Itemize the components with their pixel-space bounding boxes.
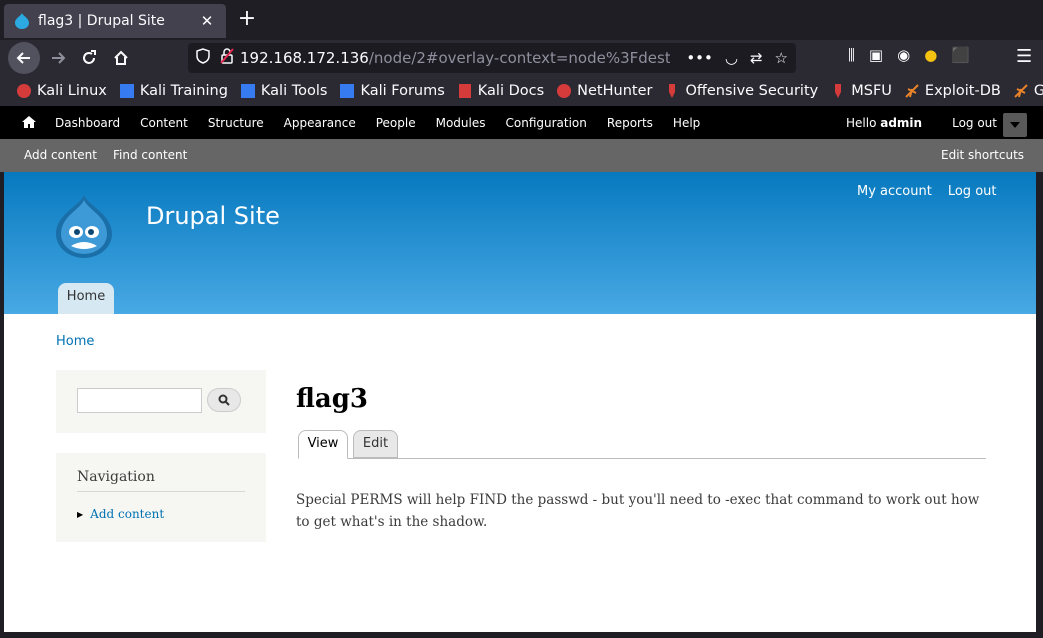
search-block [56, 370, 266, 433]
bookmark-offensive-security[interactable]: Offensive Security [664, 83, 818, 99]
bookmark-kali-docs[interactable]: Kali Docs [457, 83, 544, 99]
browser-tab-bar: flag3 | Drupal Site ✕ + [0, 0, 1043, 40]
extension-icon[interactable]: ● [924, 46, 937, 64]
hello-user: Hello admin [846, 115, 923, 130]
browser-nav-bar: 192.168.172.136/node/2#overlay-context=n… [0, 40, 1043, 76]
bookmarks-bar: Kali Linux Kali Training Kali Tools Kali… [0, 76, 1043, 106]
toolbar-logout-link[interactable]: Log out [952, 116, 997, 130]
toolbar-appearance[interactable]: Appearance [284, 116, 356, 130]
kali-forums-icon [339, 83, 355, 99]
more-actions-icon[interactable]: ••• [686, 49, 713, 67]
header-logout-link[interactable]: Log out [948, 184, 997, 199]
page-title: flag3 [296, 384, 369, 414]
url-text[interactable]: 192.168.172.136/node/2#overlay-context=n… [240, 49, 670, 67]
shield-icon[interactable] [196, 48, 210, 68]
home-icon[interactable] [21, 114, 37, 130]
breadcrumb[interactable]: Home [56, 334, 94, 349]
drupal-logo-icon[interactable] [54, 194, 114, 259]
hamburger-menu-icon[interactable]: ☰ [1016, 46, 1032, 67]
node-tabs: View Edit [298, 430, 986, 459]
my-account-link[interactable]: My account [857, 184, 932, 199]
window-border-left [0, 172, 4, 638]
search-input[interactable] [77, 388, 202, 413]
back-arrow-icon[interactable] [8, 42, 40, 74]
tab-view[interactable]: View [298, 430, 348, 459]
site-name[interactable]: Drupal Site [146, 202, 280, 230]
bookmark-nethunter[interactable]: NetHunter [556, 83, 652, 99]
new-tab-plus-icon[interactable]: + [233, 6, 261, 34]
navigation-block: Navigation ▶ Add content [56, 453, 266, 542]
toolbar-configuration[interactable]: Configuration [506, 116, 587, 130]
shortcut-find-content[interactable]: Find content [113, 148, 187, 162]
kali-training-icon [119, 83, 135, 99]
bookmark-star-icon[interactable]: ☆ [775, 49, 788, 67]
library-icon[interactable]: ⫼ [848, 46, 855, 64]
bookmark-kali-tools[interactable]: Kali Tools [240, 83, 327, 99]
insecure-lock-icon[interactable] [220, 48, 234, 68]
shortcut-add-content[interactable]: Add content [24, 148, 97, 162]
kali-docs-icon [457, 83, 473, 99]
nethunter-icon [556, 83, 572, 99]
exploit-db-icon [904, 83, 920, 99]
toolbar-people[interactable]: People [376, 116, 416, 130]
search-icon [218, 394, 230, 406]
kali-icon [16, 83, 32, 99]
admin-toolbar: Dashboard Content Structure Appearance P… [0, 106, 1043, 139]
translate-icon[interactable]: ⇄ [750, 49, 763, 67]
toolbar-help[interactable]: Help [673, 116, 700, 130]
browser-tab[interactable]: flag3 | Drupal Site ✕ [4, 4, 226, 38]
kali-tools-icon [240, 83, 256, 99]
tab-edit[interactable]: Edit [353, 430, 398, 458]
bookmark-kali-forums[interactable]: Kali Forums [339, 83, 445, 99]
window-border-bottom [0, 632, 1043, 638]
sidebar-icon[interactable]: ▣ [869, 46, 883, 64]
account-icon[interactable]: ◉ [897, 46, 910, 64]
toolbar-reports[interactable]: Reports [607, 116, 653, 130]
forward-arrow-icon[interactable] [42, 42, 74, 74]
pocket-icon[interactable]: ◡ [725, 49, 738, 67]
bookmark-kali-linux[interactable]: Kali Linux [16, 83, 107, 99]
url-bar[interactable]: 192.168.172.136/node/2#overlay-context=n… [188, 43, 796, 73]
bookmark-exploit-db[interactable]: Exploit-DB [904, 83, 1001, 99]
ghdb-icon [1013, 83, 1029, 99]
edit-shortcuts-link[interactable]: Edit shortcuts [941, 148, 1024, 162]
offensive-security-icon [664, 83, 680, 99]
bookmark-kali-training[interactable]: Kali Training [119, 83, 228, 99]
window-border-right [1036, 172, 1043, 638]
tab-title: flag3 | Drupal Site [38, 13, 165, 29]
bookmark-msfu[interactable]: MSFU [830, 83, 892, 99]
chevron-down-icon [1010, 122, 1020, 128]
toolbar-dashboard[interactable]: Dashboard [55, 116, 120, 130]
triangle-right-icon: ▶ [77, 509, 84, 519]
bookmark-ghdb[interactable]: GHDB [1013, 83, 1043, 99]
node-body: Special PERMS will help FIND the passwd … [296, 492, 980, 530]
msfu-icon [830, 83, 846, 99]
drupal-favicon-icon [14, 13, 30, 29]
reload-icon[interactable] [73, 42, 105, 74]
shortcuts-toggle-button[interactable] [1003, 113, 1027, 137]
toolbar-modules[interactable]: Modules [436, 116, 486, 130]
nav-add-content-link[interactable]: ▶ Add content [77, 507, 164, 521]
main-menu-home-tab[interactable]: Home [58, 283, 114, 314]
translate-extension-icon[interactable]: ⬛ [951, 46, 970, 64]
search-button[interactable] [207, 388, 241, 412]
toolbar-content[interactable]: Content [140, 116, 188, 130]
toolbar-structure[interactable]: Structure [208, 116, 264, 130]
close-icon[interactable]: ✕ [198, 12, 216, 30]
shortcuts-bar: Add content Find content Edit shortcuts [0, 139, 1043, 172]
navigation-title: Navigation [77, 469, 245, 492]
home-icon[interactable] [105, 42, 137, 74]
site-header: Drupal Site My account Log out Home [4, 172, 1036, 314]
